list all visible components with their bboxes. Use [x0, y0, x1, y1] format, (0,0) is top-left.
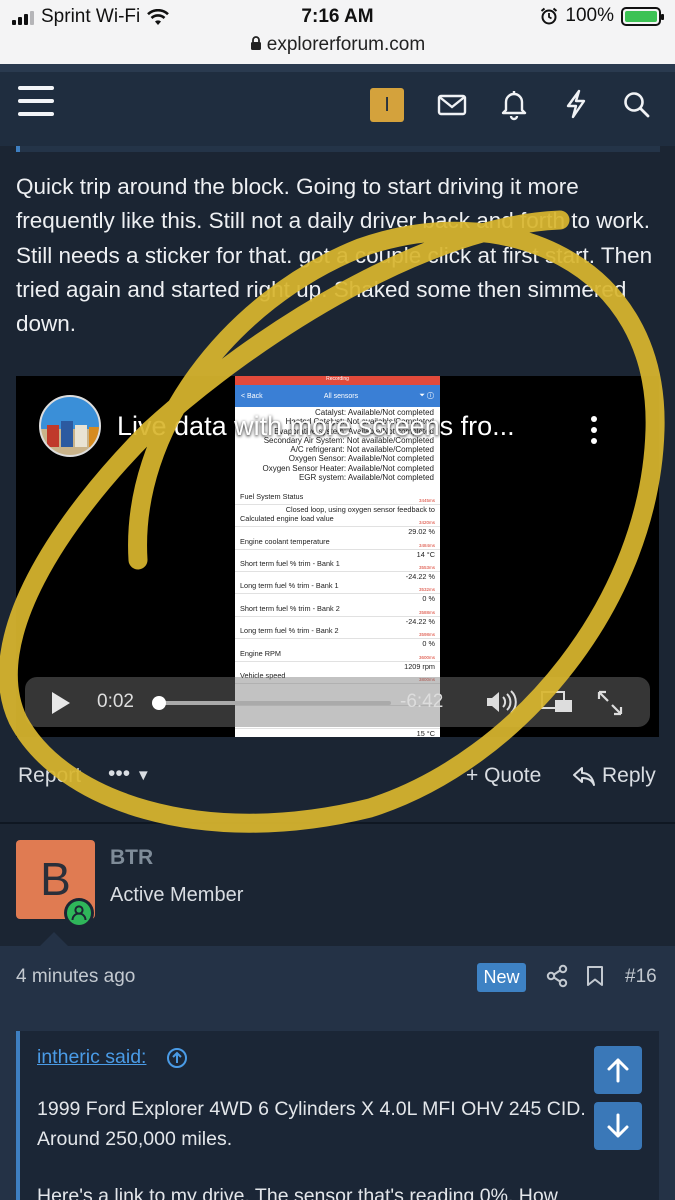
sensor-value: 14 °C: [416, 549, 435, 559]
sensor-value: 0 %: [422, 594, 435, 604]
sensor-name: Engine RPM: [240, 648, 281, 658]
sensor-name: Calculated engine load value: [240, 514, 334, 524]
reply-button[interactable]: Reply: [572, 764, 656, 788]
sensor-row: -24.22 % Long term fuel % trim - Bank 2 35…: [235, 616, 440, 640]
sensor-name: Short term fuel % trim - Bank 2: [240, 603, 340, 613]
sensor-timing: 3532ms: [418, 587, 435, 593]
video-controls: 0:02 -6:42: [25, 677, 650, 727]
more-label: •••: [108, 762, 131, 785]
readiness-test: EGR system: Available/Not completed: [298, 473, 434, 483]
reply-icon: [573, 767, 595, 786]
sensor-timing: 3420ms: [418, 520, 435, 526]
menu-icon[interactable]: [18, 86, 54, 120]
video-title[interactable]: Live data with more screens fro...: [117, 411, 515, 442]
sensor-row: 0 % Short term fuel % trim - Bank 2 3588ms: [235, 594, 440, 617]
sensor-timing: 3598ms: [418, 632, 435, 638]
more-options[interactable]: ••• ▼: [108, 762, 151, 786]
mail-icon[interactable]: [436, 86, 468, 122]
reply-label: Reply: [602, 764, 656, 787]
sensor-value: 29.02 %: [408, 527, 435, 537]
quote-button[interactable]: + Quote: [466, 764, 541, 788]
battery-percent: 100%: [565, 5, 614, 26]
header-strip: [0, 64, 675, 72]
sensor-row: -24.22 % Long term fuel % trim - Bank 1 35…: [235, 571, 440, 595]
post-number[interactable]: #16: [625, 966, 657, 988]
online-icon: [64, 898, 94, 928]
current-time: 0:02: [97, 691, 134, 712]
caret-down-icon: ▼: [135, 767, 151, 784]
sensor-value: 15 °C: [416, 728, 435, 737]
sensor-row: 0 % Engine RPM 3600ms: [235, 639, 440, 662]
message-notch: [40, 932, 68, 946]
address-bar[interactable]: explorerforum.com: [0, 34, 675, 56]
arrow-down-icon: [607, 1113, 629, 1138]
recording-label: Recording: [235, 376, 440, 385]
new-badge: New: [477, 963, 526, 992]
status-right: 100%: [540, 5, 664, 27]
seek-knob[interactable]: [152, 696, 167, 710]
play-icon[interactable]: [52, 692, 70, 714]
user-badge[interactable]: I: [370, 88, 404, 122]
post-divider: [0, 822, 675, 824]
sensor-value: 1209 rpm: [404, 661, 435, 671]
post-body: Quick trip around the block. Going to st…: [16, 174, 653, 337]
battery-icon: [621, 6, 664, 26]
lock-icon: [250, 36, 261, 50]
post-actions: Report ••• ▼ + Quote Reply: [0, 748, 675, 804]
scroll-top-button[interactable]: [594, 1046, 642, 1094]
sensor-timing: 3588ms: [418, 609, 435, 615]
sensor-name: Short term fuel % trim - Bank 1: [240, 558, 340, 568]
search-icon[interactable]: [621, 86, 653, 122]
fullscreen-icon[interactable]: [596, 689, 624, 722]
sensor-row: 15 °C: [235, 729, 440, 737]
ios-status-bar: Sprint Wi-Fi 7:16 AM 100% explorerforum.…: [0, 0, 675, 64]
sensor-row: Fuel System Status 3445ms: [235, 482, 440, 505]
bolt-icon[interactable]: [560, 86, 592, 122]
arrow-circle-up-icon[interactable]: [166, 1047, 188, 1074]
sensor-timing: 3445ms: [418, 497, 435, 503]
username[interactable]: BTR: [110, 846, 153, 870]
sensor-row: Closed loop, using oxygen sensor feedbac…: [235, 504, 440, 528]
quote-text: 1999 Ford Explorer 4WD 6 Cylinders X 4.0…: [37, 1098, 586, 1150]
sensor-value: -24.22 %: [405, 616, 435, 626]
sensor-timing: 3600ms: [418, 654, 435, 660]
share-icon[interactable]: [546, 964, 568, 993]
remaining-time: -6:42: [400, 691, 444, 712]
alarm-icon: [541, 7, 558, 25]
quote-edge: [16, 146, 660, 152]
pip-icon[interactable]: [540, 689, 574, 720]
video-title-bar: Live data with more screens fro...: [39, 395, 515, 457]
sensor-name: Fuel System Status: [240, 491, 304, 501]
forum-header: I: [0, 64, 675, 146]
arrow-up-icon: [607, 1058, 629, 1083]
sensor-row: 14 °C Short term fuel % trim - Bank 1 3553…: [235, 550, 440, 572]
channel-avatar[interactable]: [39, 395, 101, 457]
volume-icon[interactable]: [485, 689, 519, 720]
video-player[interactable]: Recording < Back All sensors ⏷ ⓘ Catalys…: [16, 376, 659, 737]
sensor-value: Closed loop, using oxygen sensor feedbac…: [285, 504, 435, 514]
sensor-name: Long term fuel % trim - Bank 1: [240, 581, 339, 591]
bookmark-icon[interactable]: [586, 965, 604, 992]
readiness-test: Oxygen Sensor Heater: Available/Not comp…: [262, 463, 434, 473]
scroll-bottom-button[interactable]: [594, 1102, 642, 1150]
quote-author[interactable]: intheric said:: [37, 1046, 146, 1069]
seek-bar[interactable]: [152, 696, 391, 710]
report-link[interactable]: Report: [18, 764, 81, 788]
sensor-timing: 3553ms: [418, 564, 435, 570]
user-title: Active Member: [110, 884, 244, 906]
post-timestamp[interactable]: 4 minutes ago: [16, 966, 135, 988]
sensor-value: -24.22 %: [405, 571, 435, 581]
more-vert-icon[interactable]: [589, 416, 599, 449]
sensor-name: Engine coolant temperature: [240, 536, 330, 546]
sensor-timing: 3484ms: [418, 542, 435, 548]
sensor-value: 0 %: [422, 639, 435, 649]
quote-text-continued: Here's a link to my drive. The sensor th…: [37, 1185, 558, 1200]
sensor-row: 29.02 % Engine coolant temperature 3484ms: [235, 527, 440, 550]
url-text: explorerforum.com: [266, 34, 426, 55]
bell-icon[interactable]: [498, 86, 530, 122]
sensor-name: Long term fuel % trim - Bank 2: [240, 626, 339, 636]
